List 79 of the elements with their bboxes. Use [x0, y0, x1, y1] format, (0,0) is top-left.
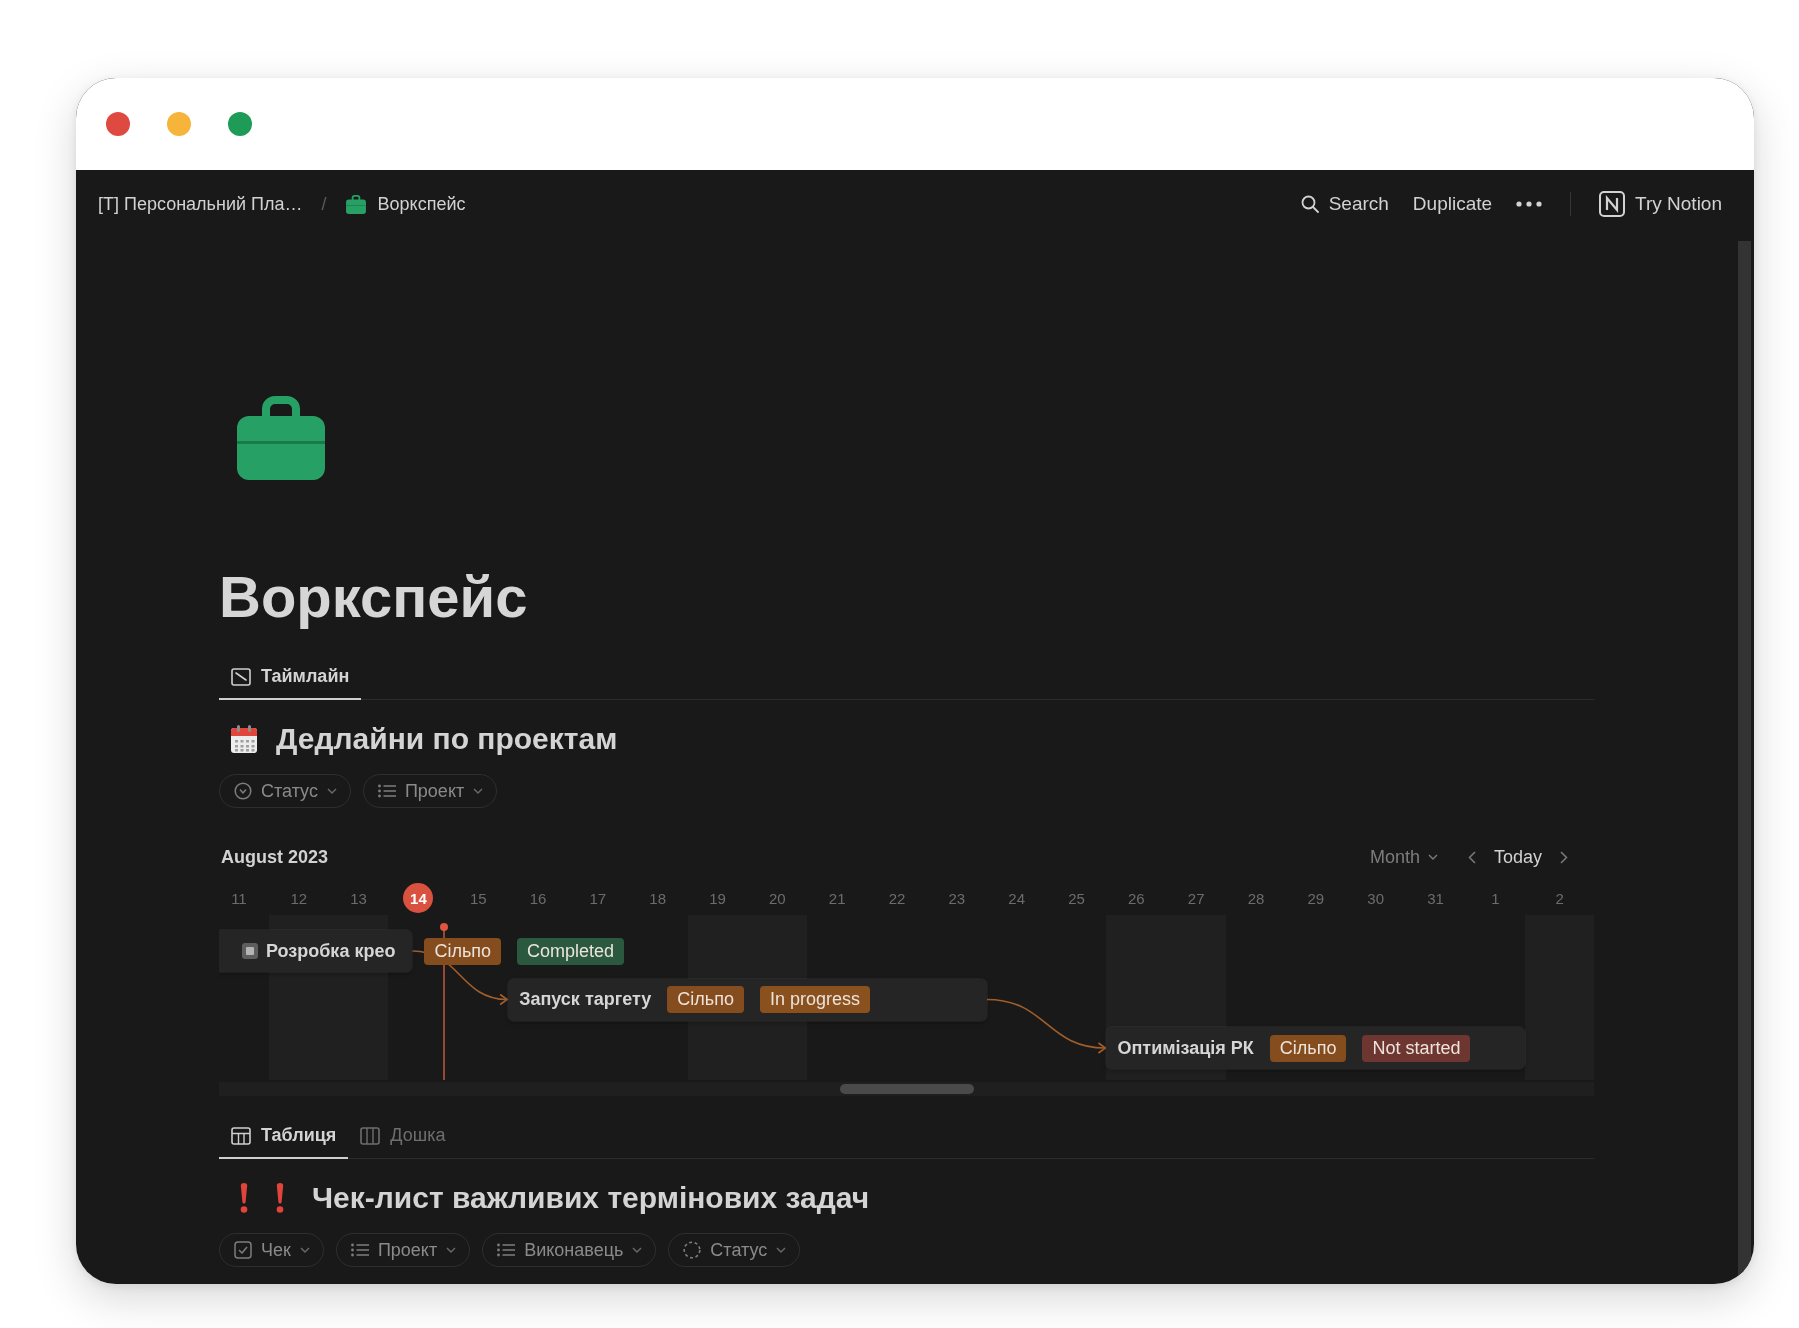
- day-label: 19: [709, 889, 726, 907]
- day-label: 1: [1491, 889, 1500, 907]
- property-tag: Сільпо: [1269, 1034, 1347, 1062]
- day-label: 24: [1008, 889, 1025, 907]
- chevron-down-icon: [776, 1247, 787, 1253]
- breadcrumb-link[interactable]: Воркспейс: [343, 189, 468, 219]
- card-title: Оптимізація РК: [1117, 1037, 1254, 1059]
- page-icon: [242, 943, 258, 959]
- month-label: August 2023: [221, 846, 329, 868]
- calendar-icon: [231, 725, 257, 753]
- exclamation-icon: [240, 1183, 248, 1213]
- day-label: 15: [469, 889, 487, 907]
- chevron-down-icon: [632, 1247, 643, 1253]
- zoom-button[interactable]: [228, 112, 252, 136]
- today-date-badge: 14: [403, 883, 434, 913]
- property-tag: Сільпо: [667, 986, 744, 1013]
- day-label: 13: [350, 889, 367, 907]
- chevron-left-icon: [1467, 850, 1476, 864]
- card-title: Запуск таргету: [519, 989, 652, 1010]
- chevron-down-icon: [473, 788, 484, 794]
- scrollbar-thumb[interactable]: [840, 1084, 974, 1094]
- day-label: 27: [1187, 889, 1205, 907]
- list-icon: [497, 1243, 516, 1257]
- chevron-right-icon: [1560, 850, 1568, 864]
- property-tag: Not started: [1362, 1034, 1471, 1062]
- day-label: 31: [1427, 889, 1444, 907]
- day-label: 30: [1367, 889, 1384, 907]
- view-tab[interactable]: Таймлайн: [219, 655, 362, 700]
- status-icon: [234, 782, 252, 800]
- chevron-down-icon: [1427, 854, 1438, 860]
- view-tab[interactable]: Таблиця: [219, 1114, 349, 1159]
- list-icon: [377, 784, 396, 798]
- scale-dropdown[interactable]: Month: [1365, 844, 1442, 870]
- chevron-down-icon: [446, 1247, 457, 1253]
- list-icon: [350, 1243, 369, 1257]
- day-label: 28: [1247, 889, 1265, 907]
- dashed-circle-icon: [683, 1241, 702, 1259]
- breadcrumb-link[interactable]: [T] Персональний Пла…: [96, 189, 305, 219]
- checkbox-icon: [234, 1241, 252, 1259]
- toolbar-button[interactable]: Duplicate: [1404, 189, 1501, 219]
- day-label: 29: [1307, 889, 1325, 907]
- close-button[interactable]: [106, 112, 130, 136]
- property-tag: Сільпо: [424, 937, 502, 965]
- page-title: Воркспейс: [219, 563, 528, 631]
- timeline-card[interactable]: Запуск таргету Сільпо In progress: [508, 978, 987, 1021]
- today-button[interactable]: Today: [1481, 844, 1554, 870]
- timeline-icon: [231, 667, 251, 686]
- block-title: Чек-лист важливих термінових задач: [312, 1180, 870, 1216]
- briefcase-icon: [345, 194, 366, 214]
- exclamation-icon: [276, 1183, 284, 1213]
- logo-icon: [1599, 191, 1626, 217]
- day-label: 18: [649, 889, 667, 907]
- day-label: 26: [1128, 889, 1145, 907]
- search-button[interactable]: Search: [1292, 189, 1397, 219]
- day-label: 2: [1555, 889, 1564, 907]
- block-title: Дедлайни по проектам: [276, 721, 618, 757]
- briefcase-icon: [237, 396, 325, 480]
- day-label: 22: [888, 889, 906, 907]
- chevron-down-icon: [299, 1247, 310, 1253]
- timeline-card[interactable]: Оптимізація РК Сільпо Not started: [1106, 1027, 1526, 1069]
- day-label: 25: [1068, 889, 1085, 907]
- table-icon: [231, 1126, 251, 1145]
- property-tag: Completed: [517, 937, 625, 965]
- day-label: 23: [948, 889, 966, 907]
- board-icon: [360, 1126, 381, 1145]
- chevron-down-icon: [326, 788, 337, 794]
- day-label: 16: [529, 889, 547, 907]
- property-tag: In progress: [759, 986, 870, 1013]
- day-label: 17: [589, 889, 607, 907]
- card-title: Розробка крео: [266, 940, 396, 962]
- breadcrumb-separator: /: [321, 193, 327, 215]
- try-app-button[interactable]: Try Notion: [1591, 187, 1730, 221]
- more-icon: [1516, 201, 1543, 207]
- day-label: 11: [231, 889, 247, 907]
- day-label: 20: [769, 889, 786, 907]
- day-label: 12: [290, 889, 308, 907]
- search-icon: [1300, 195, 1319, 213]
- timeline-card[interactable]: Розробка крео: [219, 930, 413, 972]
- day-label: 21: [828, 889, 846, 907]
